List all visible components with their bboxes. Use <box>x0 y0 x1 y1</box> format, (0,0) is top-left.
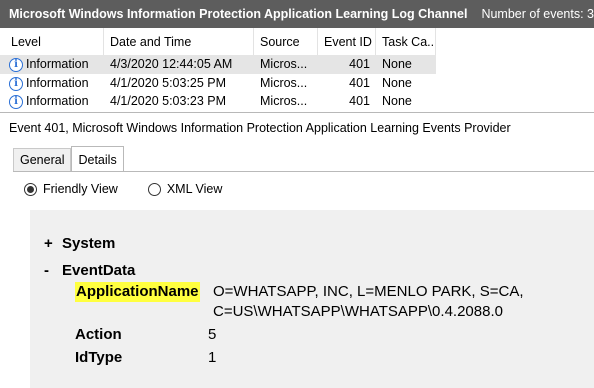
field-key-action: Action <box>75 326 122 343</box>
info-icon: i <box>9 76 23 91</box>
log-title-bar: Microsoft Windows Information Protection… <box>0 0 594 28</box>
friendly-view-radio[interactable] <box>24 182 37 196</box>
datetime-cell: 4/3/2020 12:44:05 AM <box>110 57 233 71</box>
event-id-cell: 401 <box>349 57 370 71</box>
event-id-cell: 401 <box>349 76 370 90</box>
tree-node-eventdata[interactable]: - EventData <box>44 257 135 284</box>
field-value-idtype: 1 <box>208 349 217 366</box>
detail-tabs: General Details <box>13 146 124 172</box>
column-header-level[interactable]: Level <box>0 28 104 56</box>
xml-view-label: XML View <box>166 182 223 196</box>
source-cell: Micros... <box>260 57 308 71</box>
tree-node-system[interactable]: + System <box>44 230 135 257</box>
event-row[interactable]: i Information 4/1/2020 5:03:23 PM Micros… <box>0 92 436 111</box>
tab-divider <box>13 171 594 172</box>
task-category-cell: None <box>382 57 412 71</box>
field-value-applicationname-line1: O=WHATSAPP, INC, L=MENLO PARK, S=CA, <box>213 283 524 300</box>
field-key-idtype: IdType <box>75 349 123 366</box>
task-category-cell: None <box>382 94 412 108</box>
event-id-cell: 401 <box>349 94 370 108</box>
node-label-system: System <box>62 235 116 252</box>
log-title: Microsoft Windows Information Protection… <box>9 7 468 21</box>
tab-details[interactable]: Details <box>71 146 124 172</box>
level-cell: i Information <box>0 74 104 93</box>
grid-header: Level Date and Time Source Event ID Task… <box>0 28 436 56</box>
event-detail-header: Event 401, Microsoft Windows Information… <box>0 112 594 142</box>
field-value-action: 5 <box>208 326 217 343</box>
datetime-cell: 4/1/2020 5:03:25 PM <box>110 76 227 90</box>
xml-view-radio[interactable] <box>147 182 161 196</box>
events-grid: Level Date and Time Source Event ID Task… <box>0 28 594 112</box>
source-cell: Micros... <box>260 94 308 108</box>
friendly-view-option[interactable]: Friendly View <box>24 182 118 196</box>
column-header-source[interactable]: Source <box>254 28 318 56</box>
field-value-applicationname-line2: C=US\WHATSAPP\WHATSAPP\0.4.2088.0 <box>213 303 503 320</box>
column-header-date-and-time[interactable]: Date and Time <box>104 28 254 56</box>
friendly-view-label: Friendly View <box>43 182 118 196</box>
collapse-toggle[interactable]: - <box>44 257 62 284</box>
level-cell: i Information <box>0 55 104 74</box>
datetime-cell: 4/1/2020 5:03:23 PM <box>110 94 227 108</box>
tab-general[interactable]: General <box>13 148 72 172</box>
friendly-view-panel: + System - EventData ApplicationName O=W… <box>30 210 594 388</box>
task-category-cell: None <box>382 76 412 90</box>
radio-selected-dot <box>27 185 34 193</box>
expand-toggle[interactable]: + <box>44 230 62 257</box>
level-text: Information <box>26 94 89 108</box>
field-key-applicationname: ApplicationName <box>75 282 200 302</box>
info-icon: i <box>9 57 23 72</box>
field-application-name: ApplicationName O=WHATSAPP, INC, L=MENLO… <box>75 282 524 320</box>
event-row[interactable]: i Information 4/3/2020 12:44:05 AM Micro… <box>0 55 436 74</box>
event-tree: + System - EventData <box>44 230 135 284</box>
node-label-eventdata: EventData <box>62 262 136 279</box>
view-mode-options: Friendly View XML View <box>24 180 252 198</box>
event-count: Number of events: 37 <box>481 7 594 21</box>
column-header-event-id[interactable]: Event ID <box>318 28 376 56</box>
level-text: Information <box>26 76 89 90</box>
info-icon: i <box>9 94 23 109</box>
field-action: Action 5 <box>75 325 216 345</box>
source-cell: Micros... <box>260 76 308 90</box>
field-idtype: IdType 1 <box>75 348 216 368</box>
xml-view-option[interactable]: XML View <box>147 182 223 196</box>
level-text: Information <box>26 57 89 71</box>
column-header-task-category[interactable]: Task Ca... <box>376 28 436 56</box>
event-row[interactable]: i Information 4/1/2020 5:03:25 PM Micros… <box>0 74 436 93</box>
level-cell: i Information <box>0 92 104 111</box>
